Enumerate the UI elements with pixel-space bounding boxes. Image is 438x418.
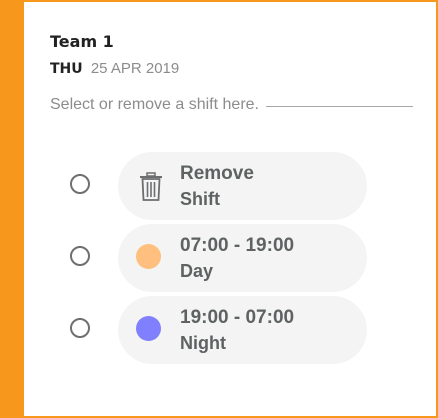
instructions-text: Select or remove a shift here. [50,96,259,113]
instructions-row: Select or remove a shift here. [50,95,413,115]
accent-bar [0,2,24,416]
option-row-night: 19:00 - 07:00 Night [68,296,370,364]
night-shift-label: Night [180,333,226,353]
night-dot-icon [136,316,161,341]
weekday-label: THU [50,61,83,77]
date-line: THU 25 APR 2019 [50,60,179,77]
day-shift-label: Day [180,261,214,281]
date-label: 25 APR 2019 [90,60,180,77]
day-shift-radio[interactable] [70,246,90,266]
trash-icon [138,172,164,201]
remove-shift-radio[interactable] [70,174,90,194]
shift-picker-card: Team 1 THU 25 APR 2019 Select or remove … [0,0,438,418]
day-shift-time: 07:00 - 19:00 [180,235,295,256]
team-title: Team 1 [50,32,114,51]
day-dot-icon [136,244,161,269]
instructions-divider [265,105,413,107]
day-shift-option[interactable]: 07:00 - 19:00 Day [118,224,367,292]
option-row-remove: Remove Shift [68,152,370,220]
option-row-day: 07:00 - 19:00 Day [68,224,370,292]
remove-shift-option[interactable]: Remove Shift [118,152,367,220]
night-shift-option[interactable]: 19:00 - 07:00 Night [118,296,367,364]
night-shift-radio[interactable] [70,318,90,338]
remove-sublabel: Shift [180,189,220,209]
remove-label: Remove [180,163,254,184]
night-shift-time: 19:00 - 07:00 [180,307,295,328]
